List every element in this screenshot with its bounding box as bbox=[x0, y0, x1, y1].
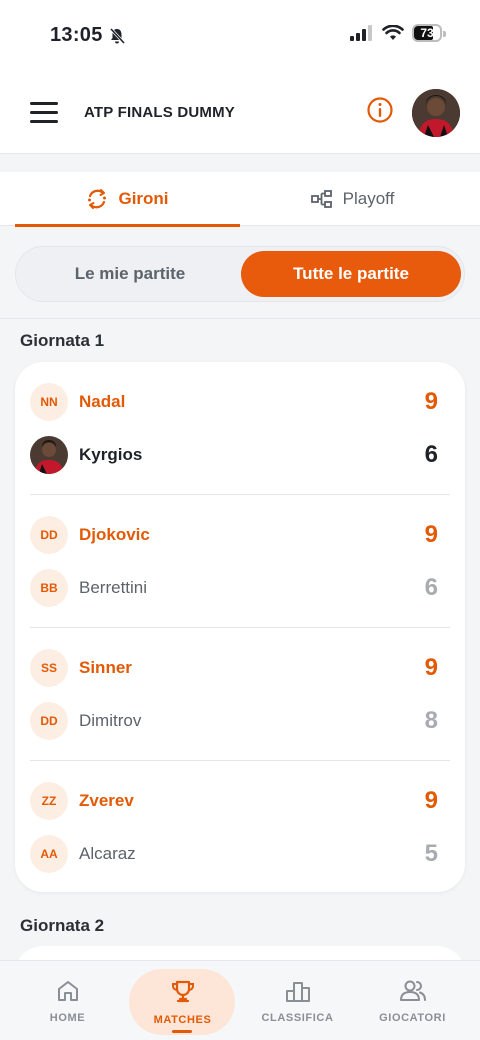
player-initials: ZZ bbox=[30, 782, 68, 820]
player-score: 6 bbox=[424, 441, 438, 468]
player-initials: NN bbox=[30, 383, 68, 421]
nav-classifica[interactable]: CLASSIFICA bbox=[240, 961, 355, 1040]
tab-gironi-label: Gironi bbox=[118, 189, 169, 208]
match-player-row: DD Dimitrov 8 bbox=[30, 701, 450, 741]
trophy-icon bbox=[171, 980, 194, 1003]
player-initials: DD bbox=[30, 702, 68, 740]
match-player-row: ZZ Zverev 9 bbox=[30, 781, 450, 821]
player-name: Zverev bbox=[79, 791, 134, 810]
match-player-row: BB Berrettini 6 bbox=[30, 568, 450, 608]
match-item[interactable]: DD Djokovic 9 BB Berrettini 6 bbox=[30, 495, 450, 628]
round-title: Giornata 1 bbox=[20, 331, 105, 350]
bottom-navigation: HOME MATCHES CLASSIFICA GIOCATORI bbox=[0, 960, 480, 1040]
tab-playoff-label: Playoff bbox=[342, 189, 395, 208]
player-score: 5 bbox=[424, 840, 438, 867]
user-avatar[interactable] bbox=[412, 89, 460, 137]
nav-giocatori[interactable]: GIOCATORI bbox=[355, 961, 470, 1040]
tab-gironi[interactable]: Gironi bbox=[15, 172, 240, 227]
player-score: 6 bbox=[424, 574, 438, 601]
bracket-icon bbox=[310, 190, 332, 208]
nav-giocatori-label: GIOCATORI bbox=[379, 1012, 446, 1024]
player-score: 9 bbox=[424, 388, 438, 415]
filter-my-matches-button[interactable]: Le mie partite bbox=[20, 251, 240, 297]
player-name: Kyrgios bbox=[79, 445, 143, 464]
match-player-row: AA Alcaraz 5 bbox=[30, 834, 450, 874]
home-icon bbox=[57, 981, 78, 1001]
player-name: Berrettini bbox=[79, 578, 148, 597]
nav-classifica-label: CLASSIFICA bbox=[261, 1012, 334, 1024]
match-item[interactable]: ZZ Zverev 9 AA Alcaraz 5 bbox=[30, 761, 450, 894]
player-name: Dimitrov bbox=[79, 711, 142, 730]
nav-home-label: HOME bbox=[49, 1012, 86, 1024]
player-initials: SS bbox=[30, 649, 68, 687]
player-name: Djokovic bbox=[79, 525, 150, 544]
round-title: Giornata 2 bbox=[20, 916, 105, 935]
wifi-icon bbox=[382, 25, 404, 40]
nav-matches[interactable]: MATCHES bbox=[125, 961, 240, 1040]
bell-muted-icon bbox=[109, 27, 126, 45]
player-avatar bbox=[30, 436, 68, 474]
status-bar: 13:05 73 bbox=[0, 0, 480, 72]
player-name: Nadal bbox=[79, 392, 126, 411]
player-score: 9 bbox=[424, 521, 438, 548]
match-player-row: SS Sinner 9 bbox=[30, 648, 450, 688]
player-name: Alcaraz bbox=[79, 844, 136, 863]
battery-indicator: 73 bbox=[412, 24, 446, 42]
player-name: Sinner bbox=[79, 658, 132, 677]
match-player-row: Kyrgios 6 bbox=[30, 435, 450, 475]
player-initials: AA bbox=[30, 835, 68, 873]
app-title: ATP FINALS DUMMY bbox=[84, 104, 235, 121]
hamburger-menu-icon[interactable] bbox=[30, 102, 58, 124]
player-score: 8 bbox=[424, 707, 438, 734]
player-initials: DD bbox=[30, 516, 68, 554]
app-header: ATP FINALS DUMMY bbox=[0, 72, 480, 154]
round-card: NN Nadal 9 Kyrgios 6 DD Djokovic 9 BB Be… bbox=[15, 362, 465, 892]
player-score: 9 bbox=[424, 654, 438, 681]
info-icon[interactable] bbox=[366, 96, 394, 124]
active-nav-indicator bbox=[172, 1030, 192, 1033]
match-player-row: DD Djokovic 9 bbox=[30, 515, 450, 555]
users-icon bbox=[399, 980, 426, 1001]
nav-home[interactable]: HOME bbox=[10, 961, 125, 1040]
match-item[interactable]: SS Sinner 9 DD Dimitrov 8 bbox=[30, 628, 450, 761]
player-initials: BB bbox=[30, 569, 68, 607]
signal-icon bbox=[350, 25, 372, 41]
tab-playoff[interactable]: Playoff bbox=[240, 172, 465, 226]
matches-filter-segment: Le mie partite Tutte le partite bbox=[15, 246, 465, 302]
rotate-icon bbox=[88, 189, 107, 209]
match-item[interactable]: NN Nadal 9 Kyrgios 6 bbox=[30, 362, 450, 495]
tab-bar: Gironi Playoff bbox=[0, 172, 480, 227]
filter-all-matches-button[interactable]: Tutte le partite bbox=[241, 251, 461, 297]
status-time: 13:05 bbox=[50, 24, 103, 46]
battery-level: 73 bbox=[420, 26, 434, 40]
section-divider bbox=[0, 318, 480, 319]
podium-icon bbox=[285, 982, 310, 1002]
match-player-row: NN Nadal 9 bbox=[30, 382, 450, 422]
nav-matches-label: MATCHES bbox=[153, 1014, 212, 1026]
player-score: 9 bbox=[424, 787, 438, 814]
